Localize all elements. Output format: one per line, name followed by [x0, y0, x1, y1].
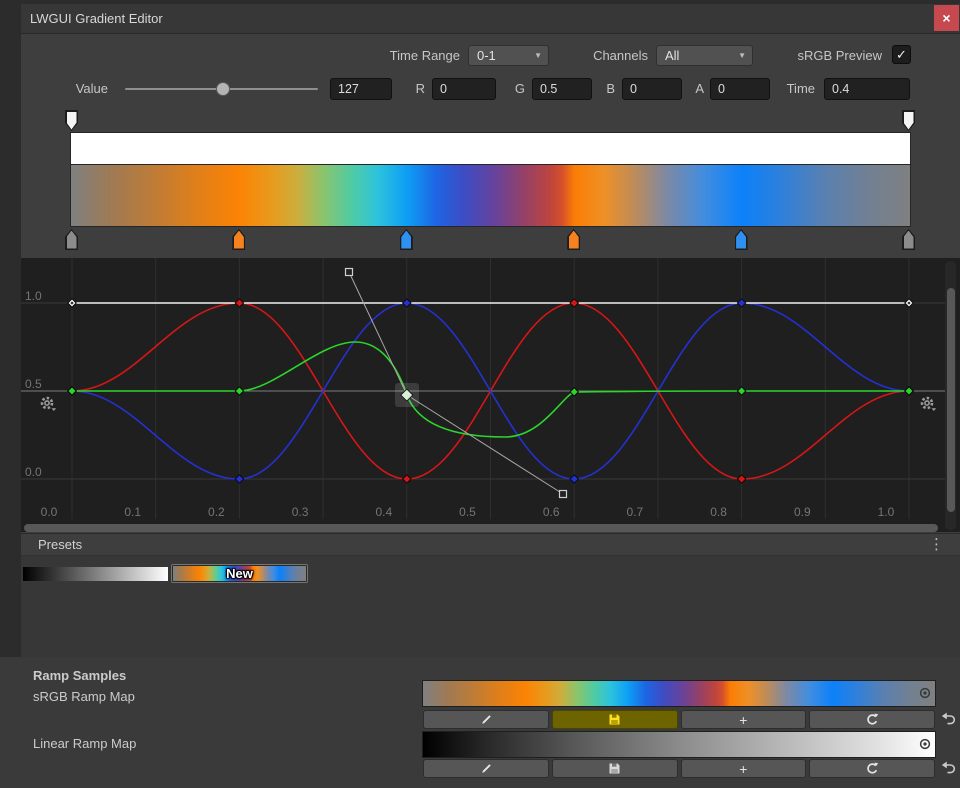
x-axis-tick: 0.2 — [190, 505, 242, 519]
ramp-samples-title: Ramp Samples — [33, 667, 126, 685]
gradient-markers-layer — [0, 0, 960, 260]
presets-header: Presets ⋮ — [21, 533, 960, 556]
x-axis-tick: 0.0 — [23, 505, 75, 519]
marker-fill — [904, 112, 914, 130]
marker-fill — [569, 231, 579, 249]
color-key-marker[interactable] — [65, 229, 78, 250]
x-axis-tick: 0.8 — [693, 505, 745, 519]
color-key-marker[interactable] — [567, 229, 580, 250]
alpha-key-marker[interactable] — [65, 110, 78, 131]
kebab-menu-icon[interactable]: ⋮ — [929, 534, 944, 556]
linear-ramp-preview[interactable] — [423, 732, 935, 757]
presets-title: Presets — [38, 534, 82, 556]
lwgui-gradient-editor-window: LWGUI Gradient Editor × Time Range 0-1 ▼… — [0, 0, 960, 788]
color-key-marker[interactable] — [400, 229, 413, 250]
object-picker-icon[interactable] — [918, 686, 932, 700]
srgb-ramp-map-label: sRGB Ramp Map — [33, 688, 135, 706]
marker-fill — [401, 231, 411, 249]
refresh-ramp-button[interactable] — [809, 759, 935, 778]
color-key-marker[interactable] — [902, 229, 915, 250]
preset-new-label: New — [172, 565, 307, 582]
green-curve-key[interactable] — [570, 388, 578, 396]
key-center-dot — [908, 302, 911, 305]
red-curve-key[interactable] — [235, 299, 243, 307]
green-curve-key[interactable] — [68, 387, 76, 395]
curve-horizontal-scrollbar[interactable] — [24, 524, 938, 532]
curve-presets-gear-right-icon[interactable] — [922, 398, 936, 411]
alpha-key-marker[interactable] — [902, 110, 915, 131]
marker-fill — [736, 231, 746, 249]
red-curve-key[interactable] — [570, 299, 578, 307]
y-axis-tick: 1.0 — [25, 289, 57, 303]
red-curve-key[interactable] — [403, 475, 411, 483]
refresh-icon — [865, 713, 879, 727]
refresh-ramp-button[interactable] — [809, 710, 935, 729]
curve-vertical-scrollbar[interactable] — [947, 288, 955, 512]
object-picker-icon[interactable] — [918, 737, 932, 751]
marker-fill — [67, 231, 77, 249]
curve-editor[interactable]: 0.0 0.1 0.2 0.3 0.4 0.5 0.6 0.7 0.8 0.9 1.0 1.0 0.5 0… — [21, 258, 960, 532]
color-key-marker[interactable] — [735, 229, 748, 250]
green-curve-key[interactable] — [905, 387, 913, 395]
pencil-icon — [479, 713, 493, 727]
plus-icon: + — [739, 762, 747, 776]
red-curve-key[interactable] — [737, 475, 745, 483]
preset-swatch-blackwhite[interactable] — [23, 567, 168, 581]
revert-arrow-icon[interactable] — [941, 710, 957, 726]
x-axis-tick: 1.0 — [860, 505, 912, 519]
x-axis-tick: 0.5 — [442, 505, 494, 519]
pencil-icon — [479, 762, 493, 776]
save-floppy-icon — [608, 713, 621, 726]
preset-swatch-new[interactable]: New — [171, 564, 308, 583]
add-ramp-button[interactable]: + — [681, 759, 807, 778]
blue-curve-key[interactable] — [737, 299, 745, 307]
marker-fill — [67, 112, 77, 130]
edit-ramp-button[interactable] — [423, 710, 549, 729]
x-axis-tick: 0.9 — [776, 505, 828, 519]
blue-curve-key[interactable] — [403, 299, 411, 307]
plus-icon: + — [739, 713, 747, 727]
add-ramp-button[interactable]: + — [681, 710, 807, 729]
save-ramp-button[interactable] — [552, 759, 678, 778]
tangent-handle[interactable] — [346, 269, 353, 276]
revert-arrow-icon[interactable] — [941, 759, 957, 775]
linear-ramp-map-label: Linear Ramp Map — [33, 735, 136, 753]
x-axis-tick: 0.1 — [107, 505, 159, 519]
x-axis-tick: 0.7 — [609, 505, 661, 519]
tangent-handle[interactable] — [560, 491, 567, 498]
green-curve-key[interactable] — [235, 387, 243, 395]
key-center-dot — [71, 302, 74, 305]
save-ramp-button-highlighted[interactable] — [552, 710, 678, 729]
x-axis-tick: 0.6 — [525, 505, 577, 519]
save-floppy-icon — [608, 762, 621, 775]
y-axis-tick: 0.0 — [25, 465, 57, 479]
green-curve-key[interactable] — [737, 387, 745, 395]
x-axis-tick: 0.4 — [358, 505, 410, 519]
marker-fill — [904, 231, 914, 249]
y-axis-tick: 0.5 — [25, 377, 57, 391]
curve-presets-gear-left-icon[interactable] — [42, 398, 56, 411]
x-axis-tick: 0.3 — [274, 505, 326, 519]
blue-curve-key[interactable] — [570, 475, 578, 483]
tangent-line — [349, 272, 407, 395]
edit-ramp-button[interactable] — [423, 759, 549, 778]
marker-fill — [234, 231, 244, 249]
color-key-marker[interactable] — [232, 229, 245, 250]
blue-curve-key[interactable] — [235, 475, 243, 483]
srgb-ramp-preview[interactable] — [423, 681, 935, 706]
refresh-icon — [865, 762, 879, 776]
